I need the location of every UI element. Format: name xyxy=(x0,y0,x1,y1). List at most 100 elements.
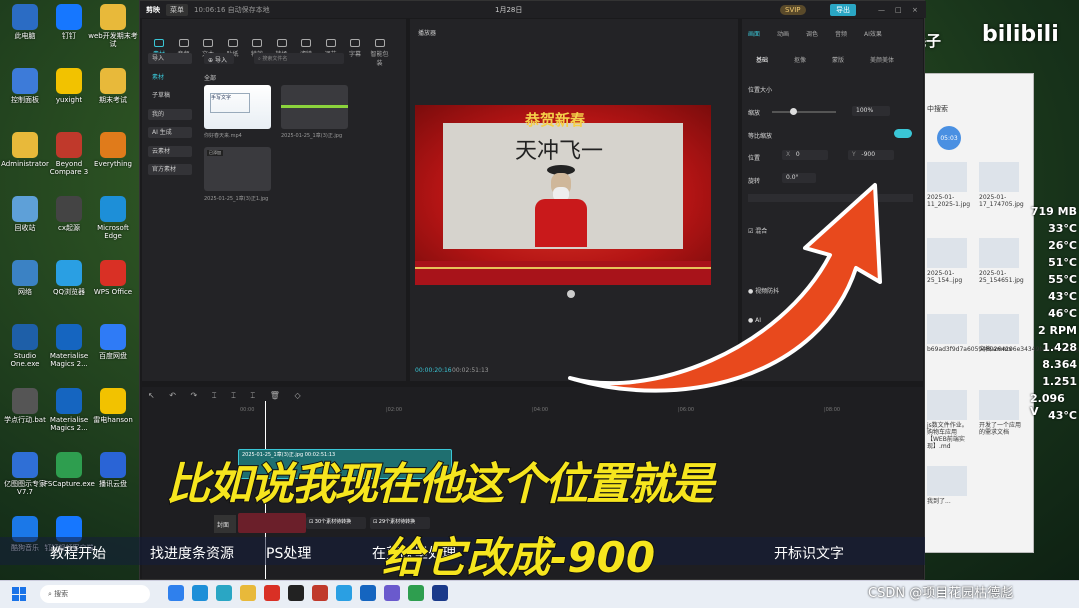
taskbar-app-icon[interactable] xyxy=(384,585,400,601)
desktop-icon[interactable]: Administrator xyxy=(0,132,50,168)
hw-stat: 33°C xyxy=(1048,222,1077,235)
svip-badge[interactable]: SVIP xyxy=(780,4,806,15)
sidebar-item[interactable]: 子草稿 xyxy=(148,90,192,101)
chapter-label[interactable]: 教程开始 xyxy=(50,543,106,563)
taskbar-app-icon[interactable] xyxy=(264,585,280,601)
file-item[interactable]: 文档.ammx xyxy=(979,314,1025,353)
file-item[interactable]: b69ad3f9d7a6059489264296e34349b023bba9d.… xyxy=(927,314,1079,353)
app-icon xyxy=(100,260,126,286)
desktop-icon[interactable]: 网络 xyxy=(0,260,50,296)
timeline-toolbar[interactable]: ↖ ↶ ↷ ⌶ ⌶ ⌶ 🗑 ◇ xyxy=(148,391,307,401)
taskbar-app-icon[interactable] xyxy=(192,585,208,601)
property-tab[interactable]: 音频 xyxy=(835,29,847,38)
media-tab[interactable]: 字幕 xyxy=(344,39,366,58)
desktop-icon[interactable]: cx起源 xyxy=(44,196,94,232)
hw-stat: 719 MB xyxy=(1030,205,1077,218)
media-tab[interactable]: 智能包装 xyxy=(369,39,391,67)
taskbar-app-icon[interactable] xyxy=(240,585,256,601)
chapter-label[interactable]: 开标识文字 xyxy=(774,543,844,563)
export-button[interactable]: 导出 xyxy=(830,3,856,16)
desktop-icon[interactable]: Beyond Compare 3 xyxy=(44,132,94,176)
maximize-icon[interactable]: □ xyxy=(895,6,902,14)
cover-button[interactable]: 封面 xyxy=(214,515,236,533)
sidebar-item[interactable]: 素材 xyxy=(148,72,192,83)
desktop-icon[interactable]: 百度网盘 xyxy=(88,324,138,360)
file-item[interactable]: 我到了... xyxy=(927,466,973,505)
file-item[interactable]: 开发了一个应用的需求文档 xyxy=(979,390,1025,436)
chapter-label[interactable]: PS处理 xyxy=(266,543,311,563)
scale-slider[interactable] xyxy=(772,108,836,115)
file-item[interactable]: 2025-01-25_154651.jpg xyxy=(979,238,1025,284)
sidebar-item[interactable]: 官方素材 xyxy=(148,164,192,175)
taskbar-app-icon[interactable] xyxy=(216,585,232,601)
scale-value[interactable]: 100% xyxy=(852,106,890,116)
desktop-icon[interactable]: 期末考试 xyxy=(88,68,138,104)
desktop-icon[interactable]: WPS Office xyxy=(88,260,138,296)
desktop-icon[interactable]: 播讯云盘 xyxy=(88,452,138,488)
property-subtab[interactable]: 蒙版 xyxy=(832,55,844,64)
import-button[interactable]: ⊕ 导入 xyxy=(204,53,234,64)
search-input[interactable]: ⌕ 搜索文件名 xyxy=(254,53,344,64)
property-tab[interactable]: 动画 xyxy=(777,29,789,38)
desktop-icon[interactable]: yuxight xyxy=(44,68,94,104)
desktop-icon[interactable]: Materialise Magics 2... xyxy=(44,324,94,368)
taskbar-app-icon[interactable] xyxy=(360,585,376,601)
property-subtab[interactable]: 美颜美体 xyxy=(870,55,894,64)
file-item[interactable]: 2025-01-25_154..jpg xyxy=(927,238,973,284)
file-item[interactable]: 2025-01-17_174705.jpg xyxy=(979,162,1025,208)
file-item[interactable]: 2025-01-11_2025-1.jpg xyxy=(927,162,973,208)
taskbar-app-icon[interactable] xyxy=(288,585,304,601)
taskbar-app-icon[interactable] xyxy=(408,585,424,601)
timeline-tick: |02:00 xyxy=(386,407,403,413)
property-tab[interactable]: 调色 xyxy=(806,29,818,38)
property-subtab[interactable]: 抠像 xyxy=(794,55,806,64)
app-icon xyxy=(56,260,82,286)
desktop-icon[interactable]: 此电脑 xyxy=(0,4,50,40)
hw-stat: 1.251 xyxy=(1042,375,1077,388)
main-track-clip[interactable] xyxy=(238,513,306,533)
desktop-icon[interactable]: Everything xyxy=(88,132,138,168)
desktop-icon[interactable]: 雷电hanson xyxy=(88,388,138,424)
player-title: 播放器 xyxy=(418,30,437,37)
desktop-icon[interactable]: FSCapture.exe xyxy=(44,452,95,488)
desktop-icon[interactable]: Materialise Magics 2... xyxy=(44,388,94,432)
desktop-icon-label: 钉钉 xyxy=(62,32,76,40)
property-tab[interactable]: 画面 xyxy=(748,29,760,38)
close-icon[interactable]: × xyxy=(912,6,918,14)
minimize-icon[interactable]: — xyxy=(878,6,885,14)
desktop-icon[interactable]: 学点行动.bat xyxy=(0,388,50,424)
chapter-label[interactable]: 找进度条资源 xyxy=(150,543,234,563)
desktop-icon[interactable]: 亿图图示专家V7.7 xyxy=(0,452,50,496)
start-icon[interactable] xyxy=(12,587,26,601)
taskbar-app-icon[interactable] xyxy=(432,585,448,601)
desktop-icon[interactable]: web开发期末考试 xyxy=(88,4,138,48)
desktop-icon[interactable]: 控制面板 xyxy=(0,68,50,104)
app-icon xyxy=(12,196,38,222)
file-item[interactable]: js数文件作业。购物车应用【WEB前端实现】.md xyxy=(927,390,973,450)
property-tab[interactable]: AI效果 xyxy=(864,29,882,38)
sidebar-item[interactable]: AI 生成 xyxy=(148,127,192,138)
desktop-icon[interactable]: Microsoft Edge xyxy=(88,196,138,240)
sidebar-item[interactable]: 导入 xyxy=(148,53,192,64)
desktop-icon-label: 回收站 xyxy=(14,224,36,232)
sidebar-item[interactable]: 我的 xyxy=(148,108,192,120)
desktop-icon[interactable]: Studio One.exe xyxy=(0,324,50,368)
property-subtab[interactable]: 基础 xyxy=(756,55,768,64)
uniform-scale-toggle[interactable] xyxy=(894,129,912,138)
media-thumb[interactable] xyxy=(281,85,348,129)
desktop-icon-label: QQ浏览器 xyxy=(52,288,86,296)
media-thumb[interactable]: 已添加 xyxy=(204,147,271,191)
media-thumb[interactable]: 手写文字 xyxy=(204,85,271,129)
sidebar-item[interactable]: 云素材 xyxy=(148,145,192,157)
taskbar-app-icon[interactable] xyxy=(336,585,352,601)
file-explorer-window: 中搜索 05:03 2025-01-11_2025-1.jpg 2025-01-1… xyxy=(924,73,1079,553)
taskbar-search[interactable]: ⌕ 搜索 xyxy=(40,585,150,603)
desktop-icon[interactable]: 钉钉 xyxy=(44,4,94,40)
menu-button[interactable]: 菜单 xyxy=(166,3,188,16)
desktop-icon[interactable]: 回收站 xyxy=(0,196,50,232)
desktop-icon[interactable]: QQ浏览器 xyxy=(44,260,94,296)
taskbar-app-icon[interactable] xyxy=(168,585,184,601)
title-bar: 剪映 菜单 10:06:16 自动保存本地 1月28日 SVIP 导出 — □ … xyxy=(140,1,926,18)
thumb-label: 你好春天来.mp4 xyxy=(204,133,242,139)
taskbar-app-icon[interactable] xyxy=(312,585,328,601)
